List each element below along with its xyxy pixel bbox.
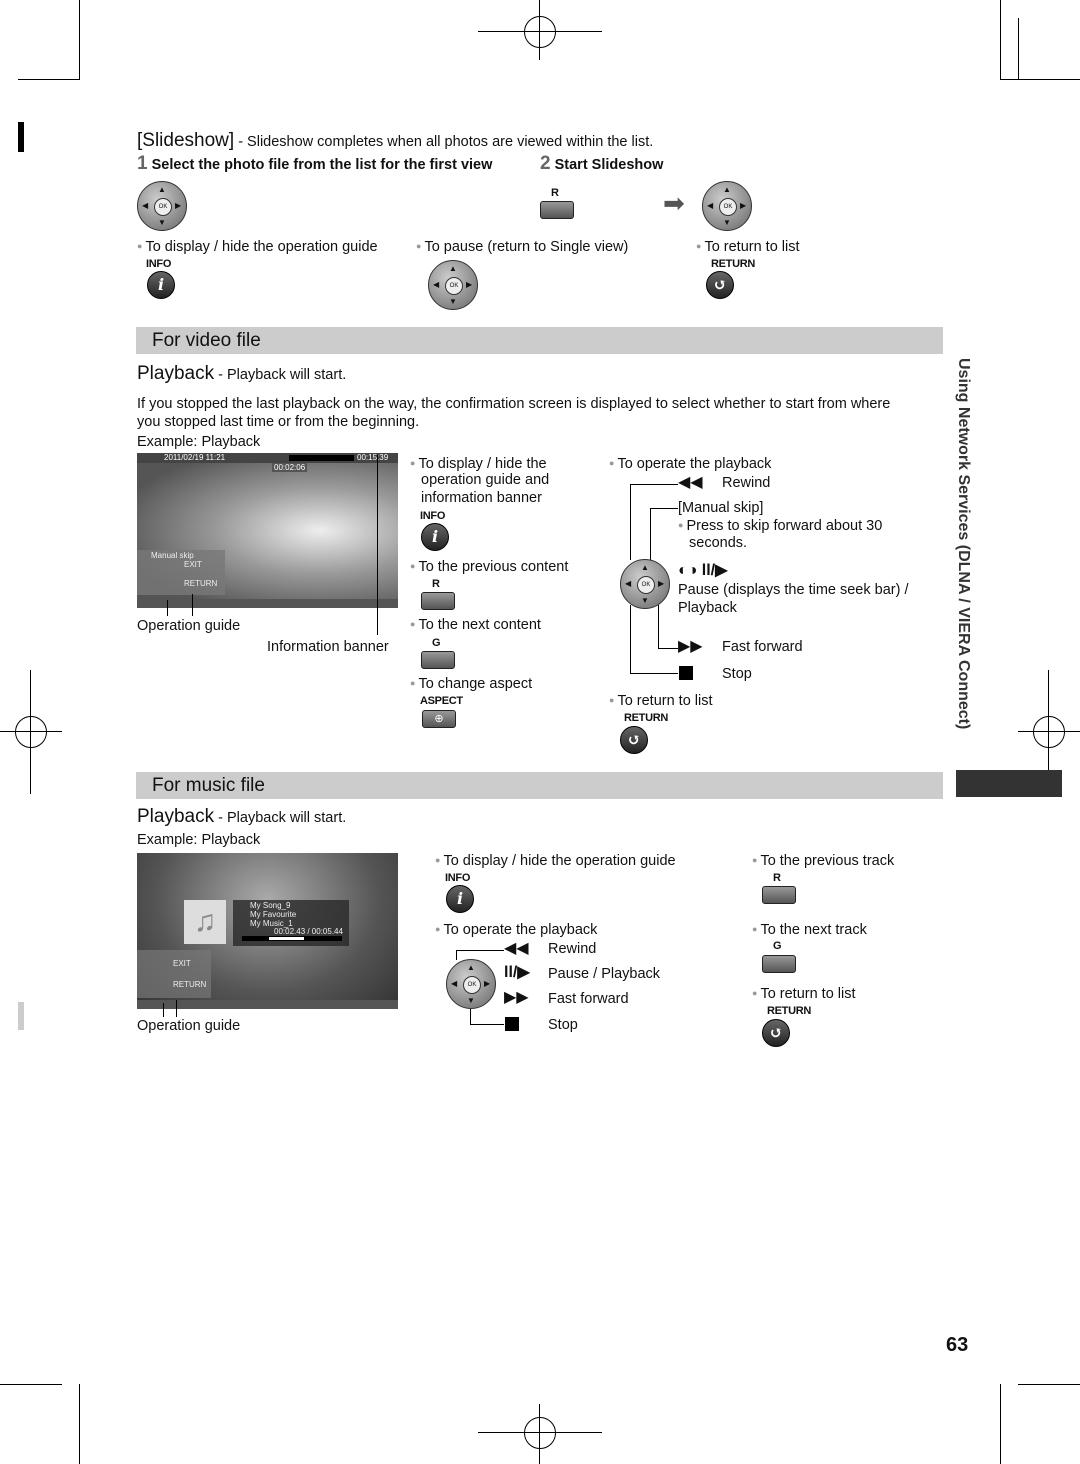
return-button[interactable]: ↺ xyxy=(762,1019,790,1047)
ok-dpad-button[interactable]: OK ▲ ▼ ◀ ▶ xyxy=(428,260,478,310)
music-playback-heading: Playback - Playback will start. xyxy=(137,806,347,827)
stop-text: Stop xyxy=(548,1017,578,1033)
video-screen: 2011/02/19 11:21 00:15:39 00:02:06 Manua… xyxy=(137,453,398,608)
r-label: R xyxy=(551,187,559,199)
info-button[interactable]: i xyxy=(421,523,449,551)
fast-forward-icon: ▶▶ xyxy=(504,989,529,1006)
aspect-text: To change aspect xyxy=(410,674,532,693)
r-label: R xyxy=(432,578,440,590)
page-number: 63 xyxy=(946,1334,969,1356)
skip-text-2: seconds. xyxy=(689,535,748,551)
guide-text: To display / hide the operation guide xyxy=(137,237,377,256)
manual-skip-text: [Manual skip] xyxy=(678,500,764,516)
ok-dpad-button[interactable]: OK ▲ ▼ ◀ ▶ xyxy=(620,559,670,609)
operation-guide-caption: Operation guide xyxy=(137,618,241,634)
side-tab-label: Using Network Services (DLNA / VIERA Con… xyxy=(955,358,972,730)
return-label: RETURN xyxy=(624,712,669,724)
pause-text-2: Playback xyxy=(678,600,737,616)
ok-dpad-button[interactable]: OK ▲ ▼ ◀ ▶ xyxy=(137,181,187,231)
info-label: INFO xyxy=(146,258,172,270)
g-label: G xyxy=(773,940,782,952)
info-button[interactable]: i xyxy=(446,885,474,913)
return-text: To return to list xyxy=(609,691,712,710)
rewind-icon: ◀◀ xyxy=(504,940,529,957)
ff-text: Fast forward xyxy=(722,639,803,655)
information-banner-caption: Information banner xyxy=(267,639,389,655)
video-paragraph-2: you stopped last time or from the beginn… xyxy=(137,414,420,430)
guide-text: To display / hide the operation guide xyxy=(435,851,675,870)
ok-dpad-button[interactable]: OK ▲ ▼ ◀ ▶ xyxy=(446,959,496,1009)
green-button[interactable] xyxy=(421,651,455,669)
return-text: To return to list xyxy=(752,984,855,1003)
stop-icon xyxy=(505,1017,519,1031)
return-label: RETURN xyxy=(767,1005,812,1017)
section-video: For video file xyxy=(136,327,943,354)
skip-pause-play-icon: ◐◑ ll/▶ xyxy=(678,562,728,579)
pause-text: To pause (return to Single view) xyxy=(416,237,628,256)
operate-text: To operate the playback xyxy=(435,920,597,939)
fast-forward-icon: ▶▶ xyxy=(678,638,703,655)
pause-text: Pause / Playback xyxy=(548,966,661,982)
info-label: INFO xyxy=(420,510,446,522)
step-1: 1 Select the photo file from the list fo… xyxy=(137,153,493,174)
r-label: R xyxy=(773,872,781,884)
operation-guide-caption: Operation guide xyxy=(137,1018,241,1034)
return-button[interactable]: ↺ xyxy=(706,271,734,299)
next-text: To the next content xyxy=(410,615,541,634)
aspect-label: ASPECT xyxy=(420,695,463,707)
prev-text: To the previous content xyxy=(410,557,568,576)
guide-text-3: information banner xyxy=(421,490,542,506)
music-example: Example: Playback xyxy=(137,832,261,848)
stop-text: Stop xyxy=(722,666,752,682)
return-label: RETURN xyxy=(711,258,756,270)
pause-play-icon: ll/▶ xyxy=(504,964,530,981)
video-paragraph: If you stopped the last playback on the … xyxy=(137,396,891,412)
red-button[interactable] xyxy=(762,886,796,904)
guide-text-2: operation guide and xyxy=(421,472,550,488)
arrow-right-icon: ➡ xyxy=(663,188,685,218)
red-button[interactable] xyxy=(421,592,455,610)
pause-text: Pause (displays the time seek bar) / xyxy=(678,582,909,598)
rewind-icon: ◀◀ xyxy=(678,474,703,491)
g-label: G xyxy=(432,637,441,649)
stop-icon xyxy=(679,666,693,680)
red-button[interactable] xyxy=(540,201,574,219)
video-example: Example: Playback xyxy=(137,434,261,450)
ok-dpad-button[interactable]: OK ▲ ▼ ◀ ▶ xyxy=(702,181,752,231)
step-2: 2 Start Slideshow xyxy=(540,153,664,174)
side-tab-marker xyxy=(956,770,1062,797)
rewind-text: Rewind xyxy=(548,941,597,957)
section-music: For music file xyxy=(136,772,943,799)
music-note-icon: ♫ xyxy=(184,900,226,944)
info-label: INFO xyxy=(445,872,471,884)
rewind-text: Rewind xyxy=(722,475,771,491)
info-button[interactable]: i xyxy=(147,271,175,299)
music-screen: ♫ My Song_9 My Favourite My Music_1 00:0… xyxy=(137,853,398,1009)
slideshow-title: [Slideshow] - Slideshow completes when a… xyxy=(137,130,654,151)
aspect-button[interactable]: ⊕ xyxy=(422,710,456,728)
skip-text: Press to skip forward about 30 xyxy=(678,516,882,535)
ff-text: Fast forward xyxy=(548,991,629,1007)
return-text: To return to list xyxy=(696,237,799,256)
operate-text: To operate the playback xyxy=(609,454,771,473)
next-text: To the next track xyxy=(752,920,866,939)
prev-text: To the previous track xyxy=(752,851,894,870)
return-button[interactable]: ↺ xyxy=(620,726,648,754)
green-button[interactable] xyxy=(762,955,796,973)
video-playback-heading: Playback - Playback will start. xyxy=(137,363,347,384)
manual-page: [Slideshow] - Slideshow completes when a… xyxy=(0,0,1080,1464)
